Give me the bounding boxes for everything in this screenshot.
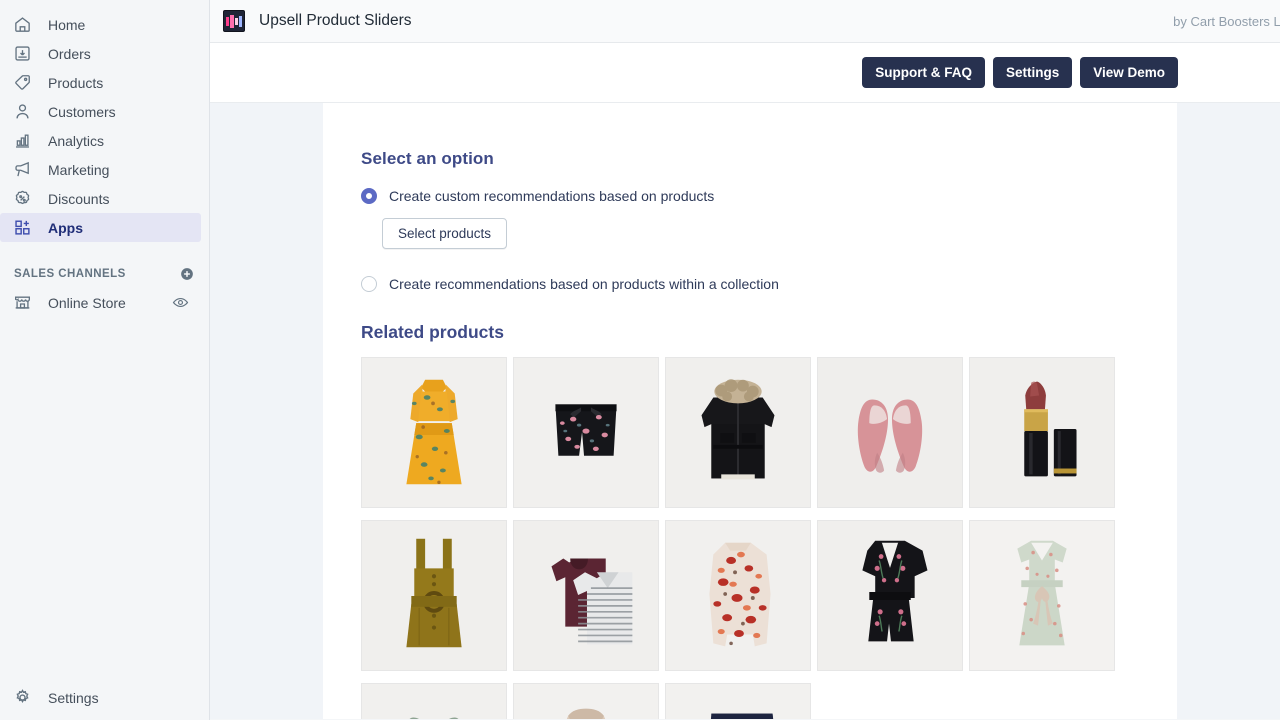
sidebar-item-label: Online Store: [48, 295, 172, 311]
gear-icon: [12, 688, 32, 708]
option-label: Create custom recommendations based on p…: [389, 187, 714, 205]
option-row-collection[interactable]: Create recommendations based on products…: [361, 275, 1177, 293]
app-author: by Cart Boosters LL: [1173, 14, 1280, 29]
sidebar-item-apps[interactable]: Apps: [0, 213, 201, 242]
sales-channels-label: SALES CHANNELS: [14, 268, 126, 280]
sidebar-item-home[interactable]: Home: [0, 10, 201, 39]
sidebar-item-analytics[interactable]: Analytics: [0, 126, 201, 155]
product-thumb-black-floral-shorts[interactable]: [513, 357, 659, 508]
embedded-app-frame: Upsell Product Sliders by Cart Boosters …: [210, 0, 1280, 720]
sidebar-item-label: Home: [48, 18, 85, 32]
app-title: Upsell Product Sliders: [259, 12, 411, 30]
product-thumb-lipstick[interactable]: [969, 357, 1115, 508]
related-products-heading: Related products: [361, 322, 1177, 343]
analytics-bars-icon: [12, 131, 32, 151]
sidebar-item-online-store[interactable]: Online Store: [0, 288, 201, 317]
app-settings-button[interactable]: Settings: [993, 57, 1072, 88]
product-thumb-mint-floral-tea-dress[interactable]: [969, 520, 1115, 671]
sidebar-item-orders[interactable]: Orders: [0, 39, 201, 68]
view-demo-button[interactable]: View Demo: [1080, 57, 1178, 88]
product-thumb-yellow-floral-maxi-dress[interactable]: [361, 357, 507, 508]
sales-channels-section-header: SALES CHANNELS: [0, 264, 209, 284]
content-panel: Select an option Create custom recommend…: [323, 103, 1177, 719]
product-thumb-beige-smocked-top[interactable]: [513, 683, 659, 719]
main-sidebar: Home Orders Products: [0, 0, 210, 720]
product-thumb-navy-burgundy-striped-skirt[interactable]: [665, 683, 811, 719]
sidebar-item-label: Apps: [48, 221, 83, 235]
sidebar-item-products[interactable]: Products: [0, 68, 201, 97]
customers-person-icon: [12, 102, 32, 122]
sidebar-item-label: Settings: [48, 691, 99, 705]
option-label: Create recommendations based on products…: [389, 275, 779, 293]
products-tag-icon: [12, 73, 32, 93]
online-store-icon: [12, 293, 32, 313]
orders-icon: [12, 44, 32, 64]
app-topbar: Upsell Product Sliders by Cart Boosters …: [210, 0, 1280, 43]
sidebar-item-customers[interactable]: Customers: [0, 97, 201, 126]
product-thumb-sage-leather-loafers[interactable]: [361, 683, 507, 719]
upsell-product-sliders-app-icon: [223, 10, 245, 32]
sidebar-footer: Settings: [0, 683, 210, 712]
product-thumb-red-floral-blouse[interactable]: [665, 520, 811, 671]
eye-icon[interactable]: [172, 294, 189, 311]
discounts-percent-icon: [12, 189, 32, 209]
select-option-heading: Select an option: [361, 149, 1177, 169]
home-icon: [12, 15, 32, 35]
sidebar-item-label: Analytics: [48, 134, 104, 148]
product-thumb-pink-pointed-flats[interactable]: [817, 357, 963, 508]
sidebar-item-label: Orders: [48, 47, 91, 61]
sidebar-nav: Home Orders Products: [0, 0, 209, 242]
radio-custom-products[interactable]: [361, 188, 377, 204]
sidebar-item-settings[interactable]: Settings: [0, 683, 202, 712]
sidebar-item-label: Products: [48, 76, 103, 90]
product-thumb-olive-pinafore-playsuit[interactable]: [361, 520, 507, 671]
sidebar-item-discounts[interactable]: Discounts: [0, 184, 201, 213]
plus-circle-icon[interactable]: [179, 266, 195, 282]
app-content-area: Select an option Create custom recommend…: [210, 103, 1280, 719]
product-thumb-two-pack-tshirts[interactable]: [513, 520, 659, 671]
sidebar-item-label: Discounts: [48, 192, 109, 206]
product-thumb-black-embroidered-playsuit[interactable]: [817, 520, 963, 671]
app-action-bar: Support & FAQ Settings View Demo: [210, 43, 1280, 103]
option-row-custom-products[interactable]: Create custom recommendations based on p…: [361, 187, 1177, 205]
radio-collection[interactable]: [361, 276, 377, 292]
apps-grid-plus-icon: [12, 218, 32, 238]
sidebar-item-marketing[interactable]: Marketing: [0, 155, 201, 184]
marketing-megaphone-icon: [12, 160, 32, 180]
sidebar-item-label: Customers: [48, 105, 116, 119]
support-faq-button[interactable]: Support & FAQ: [862, 57, 985, 88]
product-thumb-black-fur-hood-parka[interactable]: [665, 357, 811, 508]
select-products-button[interactable]: Select products: [382, 218, 507, 249]
related-products-grid: [361, 357, 1151, 719]
sidebar-item-label: Marketing: [48, 163, 109, 177]
